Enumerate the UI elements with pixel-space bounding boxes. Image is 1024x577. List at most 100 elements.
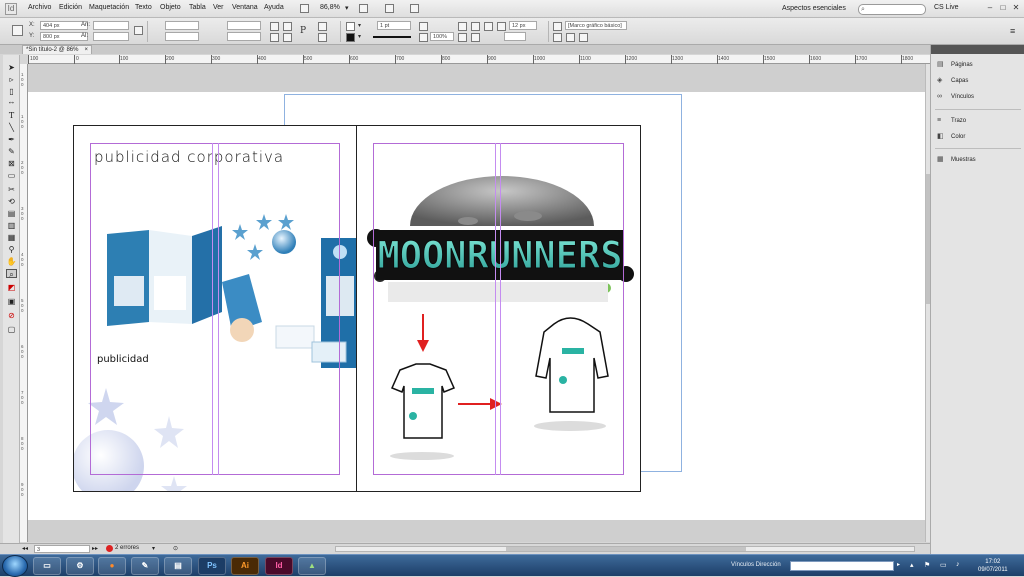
address-input[interactable]: [790, 561, 894, 571]
view-options-icon[interactable]: [359, 4, 368, 13]
corner-options-icon[interactable]: [497, 22, 506, 31]
zoom-tool-icon[interactable]: ⌕: [6, 269, 17, 279]
width-field[interactable]: [93, 21, 129, 30]
scissors-tool-icon[interactable]: ✂: [6, 185, 17, 194]
hand-tool-icon[interactable]: ✋: [6, 257, 17, 266]
document-tab[interactable]: *Sin título-2 @ 86% ×: [22, 45, 92, 54]
height-field[interactable]: [93, 32, 129, 41]
fit-proportional-icon[interactable]: [471, 33, 480, 42]
menu-ayuda[interactable]: Ayuda: [264, 4, 284, 11]
fill-stroke-icon[interactable]: ◩: [6, 283, 17, 292]
help-search-input[interactable]: ⌕: [858, 4, 926, 15]
effects-icon[interactable]: [419, 33, 428, 42]
text-wrap-jump-icon[interactable]: [579, 33, 588, 42]
corner-shape-field[interactable]: [504, 32, 526, 41]
panel-capas[interactable]: ◈ Capas: [935, 74, 1021, 88]
fill-swatch-icon[interactable]: [346, 22, 355, 31]
tray-network-icon[interactable]: ▴: [910, 561, 914, 569]
shear-field[interactable]: [227, 32, 261, 41]
gap-tool-icon[interactable]: ↔: [6, 97, 17, 106]
tray-flag-icon[interactable]: ⚑: [924, 561, 930, 569]
paragraph-icon[interactable]: P: [300, 26, 306, 36]
stroke-swatch-icon[interactable]: [346, 33, 355, 42]
menu-maquetacion[interactable]: Maquetación: [89, 4, 129, 11]
menu-edicion[interactable]: Edición: [59, 4, 82, 11]
menu-tabla[interactable]: Tabla: [189, 4, 206, 11]
acrobat-icon[interactable]: ▲: [298, 557, 326, 575]
constrain-proportions-icon[interactable]: [134, 26, 143, 35]
close-button[interactable]: ✕: [1010, 3, 1022, 14]
paint-icon[interactable]: ✎: [131, 557, 159, 575]
tray-volume-icon[interactable]: ♪: [956, 561, 960, 568]
line-tool-icon[interactable]: ╲: [6, 123, 17, 132]
page-number-field[interactable]: 3: [34, 545, 90, 553]
network-icon[interactable]: ⚙: [66, 557, 94, 575]
fill-frame-icon[interactable]: [458, 33, 467, 42]
tray-monitor-icon[interactable]: ▭: [940, 561, 947, 569]
maximize-button[interactable]: □: [997, 3, 1009, 14]
type-tool-icon[interactable]: T: [6, 111, 17, 120]
panel-trazo[interactable]: ≡ Trazo: [935, 114, 1021, 128]
system-clock[interactable]: 17:02 09/07/2011: [978, 558, 1008, 574]
address-go-icon[interactable]: ▸: [897, 561, 900, 568]
preflight-errors[interactable]: 2 errores: [115, 545, 139, 551]
first-page-icon[interactable]: ◂◂: [22, 545, 28, 552]
menu-ventana[interactable]: Ventana: [232, 4, 258, 11]
arrange-documents-icon[interactable]: [410, 4, 419, 13]
screen-mode-tool-icon[interactable]: ▢: [6, 325, 17, 334]
corner-size-field[interactable]: 12 px: [509, 21, 537, 30]
stroke-weight-field[interactable]: 1 pt: [377, 21, 411, 30]
reference-point-icon[interactable]: [12, 25, 23, 36]
select-container-icon[interactable]: [318, 22, 327, 31]
select-content-icon[interactable]: [318, 33, 327, 42]
panel-color[interactable]: ◧ Color: [935, 130, 1021, 144]
scale-y-field[interactable]: [165, 32, 199, 41]
center-content-icon[interactable]: [484, 22, 493, 31]
fit-frame-icon[interactable]: [471, 22, 480, 31]
text-wrap-icon[interactable]: [553, 33, 562, 42]
horizontal-scroll-thumb[interactable]: [506, 547, 746, 551]
flip-horizontal-icon[interactable]: [283, 22, 292, 31]
preflight-menu-icon[interactable]: ▾: [152, 545, 155, 552]
minimize-button[interactable]: –: [984, 3, 996, 14]
folder-icon[interactable]: ▤: [164, 557, 192, 575]
illustrator-icon[interactable]: Ai: [231, 557, 259, 575]
eyedropper-tool-icon[interactable]: ⚲: [6, 245, 17, 254]
panel-paginas[interactable]: ▤ Páginas: [935, 58, 1021, 72]
scale-x-field[interactable]: [165, 21, 199, 30]
panel-muestras[interactable]: ▦ Muestras: [935, 153, 1021, 167]
formatting-affects-container-icon[interactable]: ▣: [6, 297, 17, 306]
fit-content-icon[interactable]: [458, 22, 467, 31]
rotate-90-icon[interactable]: [270, 22, 279, 31]
start-button[interactable]: [2, 555, 28, 577]
text-wrap-around-icon[interactable]: [566, 33, 575, 42]
panel-menu-icon[interactable]: ≡: [1010, 26, 1015, 36]
rectangle-frame-tool-icon[interactable]: ⊠: [6, 159, 17, 168]
menu-objeto[interactable]: Objeto: [160, 4, 181, 11]
flip-vertical-icon[interactable]: [283, 33, 292, 42]
close-tab-icon[interactable]: ×: [84, 46, 88, 55]
rotate-ccw-icon[interactable]: [270, 33, 279, 42]
workspace-switcher[interactable]: Aspectos esenciales ▾: [778, 3, 852, 24]
document-canvas[interactable]: publicidad corporativa publicidad MOONRU…: [28, 64, 925, 542]
rotation-field[interactable]: [227, 21, 261, 30]
object-style-select[interactable]: [Marco gráfico básico]: [565, 21, 627, 30]
pencil-tool-icon[interactable]: ✎: [6, 147, 17, 156]
menu-ver[interactable]: Ver: [213, 4, 224, 11]
panel-dock-header[interactable]: [931, 45, 1024, 54]
indesign-icon[interactable]: Id: [265, 557, 293, 575]
firefox-icon[interactable]: ●: [98, 557, 126, 575]
horizontal-scrollbar[interactable]: [335, 546, 915, 552]
drop-shadow-icon[interactable]: [419, 22, 428, 31]
page-tool-icon[interactable]: ▯: [6, 87, 17, 96]
bridge-icon[interactable]: [300, 4, 309, 13]
gradient-swatch-tool-icon[interactable]: ▤: [6, 209, 17, 218]
rectangle-tool-icon[interactable]: ▭: [6, 171, 17, 180]
opacity-field[interactable]: 100%: [430, 32, 454, 41]
stroke-type-line[interactable]: [373, 36, 411, 38]
explorer-icon[interactable]: ▭: [33, 557, 61, 575]
fill-dropdown-icon[interactable]: ▾: [358, 22, 361, 29]
preflight-error-icon[interactable]: [106, 545, 113, 552]
photoshop-icon[interactable]: Ps: [198, 557, 226, 575]
direct-selection-tool-icon[interactable]: ▹: [6, 75, 17, 84]
